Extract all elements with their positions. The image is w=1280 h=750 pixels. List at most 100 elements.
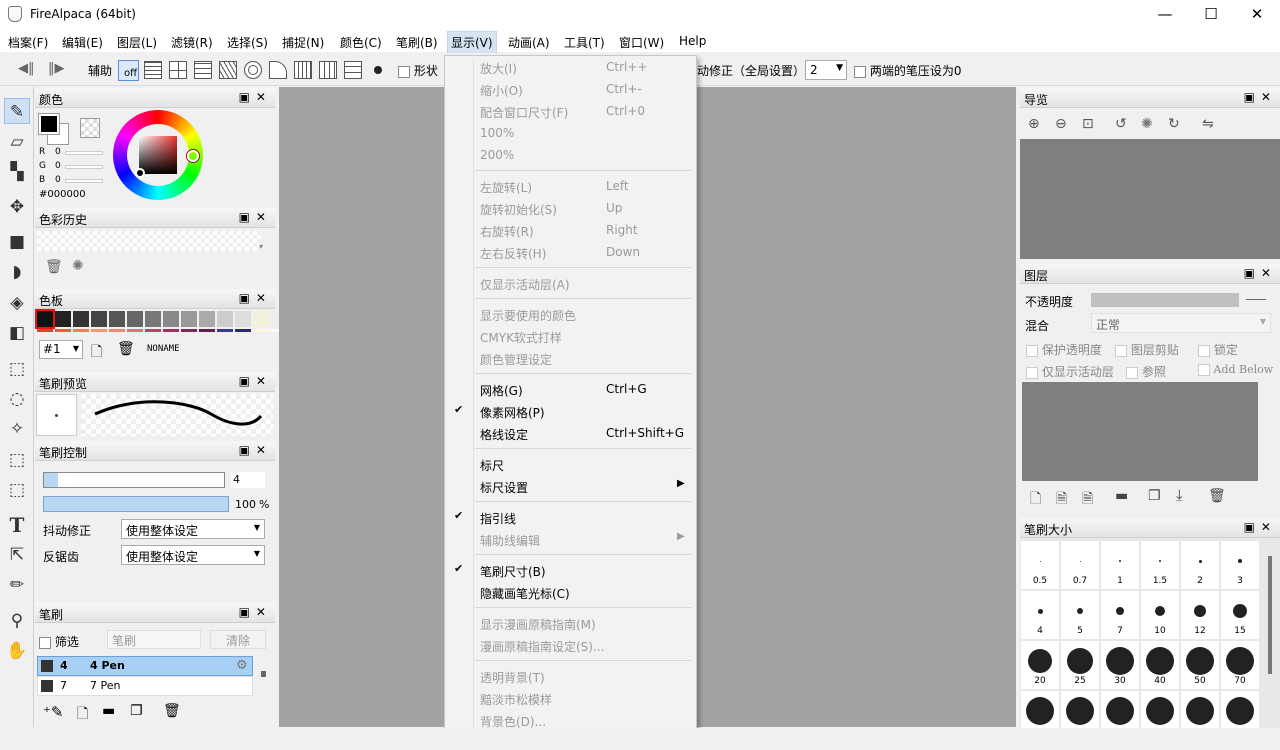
- operation-tool-icon[interactable]: ⇱: [4, 542, 30, 568]
- palette-swatch-secondary[interactable]: [109, 329, 125, 332]
- fill-rect-tool-icon[interactable]: ■: [4, 229, 30, 255]
- brush-size-cell[interactable]: 3: [1221, 541, 1259, 589]
- menu-animation[interactable]: 动画(A): [508, 34, 550, 51]
- opacity-slider[interactable]: [1091, 293, 1239, 307]
- eyedropper-tool-icon[interactable]: ⚲: [4, 608, 30, 634]
- panel-controls-icon[interactable]: ▣✕: [1244, 520, 1277, 534]
- parallel-snap-icon[interactable]: [144, 61, 162, 79]
- view-menu-item[interactable]: ✔ 笔刷尺寸(B): [446, 559, 695, 581]
- view-menu-item[interactable]: ✔ 像素网格(P): [446, 400, 695, 422]
- view-menu-item[interactable]: ✔ 指引线: [446, 506, 695, 528]
- r-value[interactable]: 0: [55, 147, 61, 157]
- palette-swatches[interactable]: [35, 309, 287, 333]
- view-menu-item[interactable]: 显示漫画原稿指南(M): [446, 612, 695, 634]
- palette-swatch-secondary[interactable]: [127, 329, 143, 332]
- view-menu-item[interactable]: 缩小(O) Ctrl+-: [446, 78, 695, 100]
- show-active-checkbox[interactable]: 仅显示活动层: [1026, 363, 1114, 380]
- palette-swatch[interactable]: [127, 311, 143, 327]
- brush-size-cell[interactable]: 40: [1141, 641, 1179, 689]
- rect-select-tool-icon[interactable]: ⬚: [4, 356, 30, 382]
- palette-swatch[interactable]: [145, 311, 161, 327]
- snap-off-button[interactable]: off: [118, 60, 139, 81]
- grid-snap-icon[interactable]: [319, 61, 337, 79]
- circle-snap-icon[interactable]: [244, 61, 262, 79]
- stabilizer-dropdown[interactable]: 使用整体设定 ▼: [121, 519, 265, 539]
- view-menu-item[interactable]: 隐藏画笔光标(C): [446, 581, 695, 603]
- palette-swatch[interactable]: [55, 311, 71, 327]
- palette-swatch-secondary[interactable]: [37, 329, 53, 332]
- close-button[interactable]: ✕: [1234, 0, 1280, 30]
- brush-opacity-slider[interactable]: [43, 496, 229, 512]
- brush-size-cell[interactable]: 12: [1181, 591, 1219, 639]
- new-1bit-layer-icon[interactable]: 🗎: [1082, 488, 1093, 512]
- scrollbar[interactable]: [1268, 556, 1272, 674]
- view-menu-item[interactable]: 网格(G) Ctrl+G: [446, 378, 695, 400]
- hand-tool-icon[interactable]: ✋: [4, 638, 30, 664]
- curve-snap-icon[interactable]: [269, 61, 287, 79]
- navigator-preview[interactable]: [1020, 139, 1280, 259]
- folder-icon[interactable]: ▬: [102, 703, 115, 719]
- view-menu-item[interactable]: 仅显示活动层(A): [446, 272, 695, 294]
- palette-swatch-secondary[interactable]: [73, 329, 89, 332]
- brush-size-cell[interactable]: 1.5: [1141, 541, 1179, 589]
- move-tool-icon[interactable]: ✥: [4, 194, 30, 220]
- menu-brush[interactable]: 笔刷(B): [396, 34, 438, 51]
- foreground-color-swatch[interactable]: [38, 113, 60, 135]
- g-slider[interactable]: [65, 165, 103, 169]
- menu-help[interactable]: Help: [679, 34, 706, 48]
- brush-size-cell[interactable]: 2: [1181, 541, 1219, 589]
- b-slider[interactable]: [65, 179, 103, 183]
- view-menu-item[interactable]: 放大(I) Ctrl++: [446, 56, 695, 78]
- radial-snap-icon[interactable]: [219, 61, 237, 79]
- zoom-out-icon[interactable]: ⊖: [1055, 116, 1067, 132]
- rotate-left-icon[interactable]: ↺: [1115, 116, 1127, 132]
- shape-checkbox[interactable]: 形状: [398, 62, 438, 79]
- view-menu-item[interactable]: CMYK软式打样: [446, 325, 695, 347]
- menu-layer[interactable]: 图层(L): [117, 34, 157, 51]
- panel-controls-icon[interactable]: ▣✕: [239, 605, 272, 619]
- palette-swatch[interactable]: [235, 311, 251, 327]
- palette-swatch-secondary[interactable]: [91, 329, 107, 332]
- add-brush-icon[interactable]: ⁺✎: [43, 703, 64, 721]
- brush-size-cell[interactable]: 0.7: [1061, 541, 1099, 589]
- palette-swatch[interactable]: [199, 311, 215, 327]
- panel-controls-icon[interactable]: ▣✕: [239, 443, 272, 457]
- view-menu-item[interactable]: 左右反转(H) Down: [446, 241, 695, 263]
- trash-icon[interactable]: 🗑: [45, 259, 63, 275]
- vanishing-snap-icon[interactable]: [194, 61, 212, 79]
- hue-marker-icon[interactable]: [187, 150, 199, 162]
- magic-wand-tool-icon[interactable]: ✧: [4, 416, 30, 442]
- redo-icon[interactable]: ‖▶: [48, 61, 65, 76]
- sv-marker-icon[interactable]: [135, 168, 145, 178]
- gear-icon[interactable]: ⚙: [236, 658, 248, 673]
- reset-rotation-icon[interactable]: ✺: [1141, 116, 1153, 132]
- loading-icon[interactable]: ✺: [72, 258, 84, 274]
- view-menu-item[interactable]: 颜色管理设定: [446, 347, 695, 369]
- palette-swatch-secondary[interactable]: [55, 329, 71, 332]
- brush-size-input[interactable]: 4: [231, 472, 265, 488]
- protect-alpha-checkbox[interactable]: 保护透明度: [1026, 341, 1102, 358]
- maximize-button[interactable]: ☐: [1188, 0, 1234, 30]
- duplicate-icon[interactable]: ❐: [130, 703, 143, 719]
- layer-list[interactable]: [1022, 382, 1258, 481]
- palette-swatch[interactable]: [181, 311, 197, 327]
- view-menu-item[interactable]: 右旋转(R) Right: [446, 219, 695, 241]
- merge-down-icon[interactable]: ⤓: [1176, 486, 1183, 504]
- view-menu-item[interactable]: 辅助线编辑 ▶: [446, 528, 695, 550]
- panel-controls-icon[interactable]: ▣✕: [239, 210, 272, 224]
- clear-button[interactable]: 清除: [210, 630, 266, 649]
- transparent-color-swatch[interactable]: [80, 118, 100, 138]
- brush-search-input[interactable]: 笔刷: [107, 630, 201, 649]
- palette-swatch-secondary[interactable]: [163, 329, 179, 332]
- brush-size-slider[interactable]: [43, 472, 225, 488]
- brush-size-cell[interactable]: 15: [1221, 591, 1259, 639]
- menu-snap[interactable]: 捕捉(N): [282, 34, 324, 51]
- palette-swatch[interactable]: [217, 311, 233, 327]
- select-eraser-tool-icon[interactable]: ⬚: [4, 477, 30, 503]
- g-value[interactable]: 0: [55, 161, 61, 171]
- brush-size-cell[interactable]: 7: [1101, 591, 1139, 639]
- menu-color[interactable]: 颜色(C): [340, 34, 382, 51]
- hex-value[interactable]: #000000: [39, 189, 86, 200]
- cross-snap-icon[interactable]: [169, 61, 187, 79]
- folder-icon[interactable]: ▬: [1115, 488, 1128, 504]
